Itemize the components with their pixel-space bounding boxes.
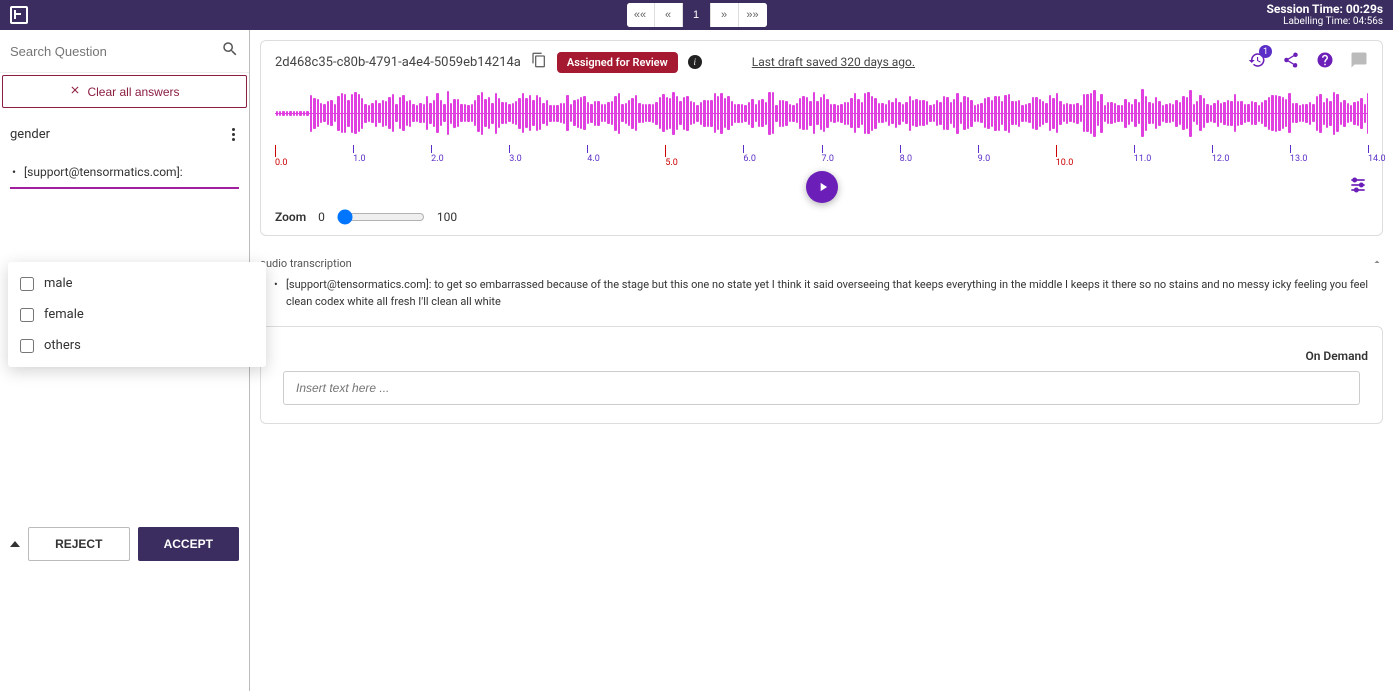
history-icon[interactable]: 1: [1248, 51, 1266, 73]
record-card: 2d468c35-c80b-4791-a4e4-5059eb14214a Ass…: [260, 40, 1383, 236]
option-label: male: [44, 276, 73, 291]
draft-saved-link[interactable]: Last draft saved 320 days ago.: [752, 55, 915, 69]
kebab-menu-icon[interactable]: [228, 124, 239, 145]
info-icon[interactable]: i: [688, 55, 702, 69]
review-badge: Assigned for Review: [557, 52, 678, 73]
audio-settings-icon[interactable]: [1348, 175, 1368, 199]
main-panel: 2d468c35-c80b-4791-a4e4-5059eb14214a Ass…: [250, 30, 1393, 691]
zoom-max: 100: [437, 210, 457, 224]
option-others[interactable]: others: [8, 330, 266, 361]
play-button[interactable]: [806, 171, 838, 203]
transcription-prefix: [support@tensormatics.com]:: [286, 278, 431, 291]
option-male-checkbox[interactable]: [20, 277, 34, 291]
close-icon: [69, 84, 81, 99]
zoom-min: 0: [318, 210, 325, 224]
options-dropdown: male female others: [8, 262, 266, 367]
ruler-tick: 4.0: [587, 145, 600, 164]
transcription-label: audio transcription: [260, 257, 352, 270]
on-demand-label: On Demand: [275, 349, 1368, 363]
app-logo-icon[interactable]: [10, 6, 28, 24]
option-label: female: [44, 307, 84, 322]
ruler-tick: 7.0: [822, 145, 835, 164]
page-prev-button[interactable]: «: [655, 3, 683, 27]
question-underline: [10, 187, 239, 189]
search-input[interactable]: [10, 44, 221, 59]
option-others-checkbox[interactable]: [20, 339, 34, 353]
ruler-tick: 14.0: [1368, 145, 1386, 164]
ruler-tick: 12.0: [1212, 145, 1230, 164]
on-demand-card: On Demand: [260, 326, 1383, 424]
ruler-tick: 2.0: [431, 145, 444, 164]
clear-answers-label: Clear all answers: [87, 85, 179, 99]
help-icon[interactable]: [1316, 51, 1334, 73]
copy-icon[interactable]: [531, 52, 547, 72]
reject-button[interactable]: REJECT: [28, 527, 130, 561]
ruler-tick: 8.0: [900, 145, 913, 164]
zoom-slider[interactable]: [337, 209, 425, 225]
zoom-row: Zoom 0 100: [275, 209, 1368, 225]
question-title: gender: [10, 127, 50, 142]
accept-button[interactable]: ACCEPT: [138, 527, 240, 561]
ruler-tick: 5.0: [665, 145, 678, 168]
collapse-icon[interactable]: [1371, 256, 1383, 271]
option-female-checkbox[interactable]: [20, 308, 34, 322]
ruler-tick: 13.0: [1290, 145, 1308, 164]
ruler-tick: 11.0: [1134, 145, 1152, 164]
expand-up-icon[interactable]: [10, 541, 20, 547]
search-icon[interactable]: [221, 40, 239, 62]
ruler-tick: 6.0: [743, 145, 756, 164]
meta-icons: 1: [1248, 51, 1368, 73]
transcription-body: [support@tensormatics.com]: to get so em…: [260, 271, 1383, 316]
page-current[interactable]: 1: [683, 3, 711, 27]
history-count-badge: 1: [1259, 45, 1272, 58]
zoom-label: Zoom: [275, 210, 306, 224]
ruler-tick: 1.0: [353, 145, 366, 164]
time-ruler: 0.0 1.0 2.0 3.0 4.0 5.0 6.0 7.0 8.0 9.0 10.0 11.0 12…: [275, 145, 1368, 167]
option-label: others: [44, 338, 81, 353]
ruler-tick: 9.0: [978, 145, 991, 164]
pagination: «« « 1 » »»: [627, 3, 767, 27]
page-next-button[interactable]: »: [711, 3, 739, 27]
top-bar: «« « 1 » »» Session Time: 00:29s Labelli…: [0, 0, 1393, 30]
record-id: 2d468c35-c80b-4791-a4e4-5059eb14214a: [275, 55, 521, 70]
option-male[interactable]: male: [8, 268, 266, 299]
ruler-tick: 10.0: [1056, 145, 1074, 168]
question-subtext: [support@tensormatics.com]:: [10, 165, 239, 179]
transcription-header: audio transcription: [260, 256, 1383, 271]
action-row: REJECT ACCEPT: [0, 527, 249, 561]
meta-row: 2d468c35-c80b-4791-a4e4-5059eb14214a Ass…: [275, 51, 1368, 73]
waveform-display[interactable]: [275, 83, 1368, 143]
share-icon[interactable]: [1282, 51, 1300, 73]
transcription-text: to get so embarrassed because of the sta…: [286, 278, 1368, 308]
on-demand-input[interactable]: [283, 371, 1360, 405]
session-info: Session Time: 00:29s Labelling Time: 04:…: [1267, 2, 1384, 28]
ruler-tick: 0.0: [275, 145, 288, 168]
clear-answers-button[interactable]: Clear all answers: [2, 75, 247, 108]
page-last-button[interactable]: »»: [739, 3, 767, 27]
question-block: gender [support@tensormatics.com]:: [0, 110, 249, 197]
chat-icon[interactable]: [1350, 51, 1368, 73]
ruler-tick: 3.0: [509, 145, 522, 164]
option-female[interactable]: female: [8, 299, 266, 330]
sidebar: Clear all answers gender [support@tensor…: [0, 30, 250, 691]
waveform-area: 0.0 1.0 2.0 3.0 4.0 5.0 6.0 7.0 8.0 9.0 10.0 11.0 12…: [275, 83, 1368, 225]
page-first-button[interactable]: ««: [627, 3, 655, 27]
search-wrap: [0, 30, 249, 73]
